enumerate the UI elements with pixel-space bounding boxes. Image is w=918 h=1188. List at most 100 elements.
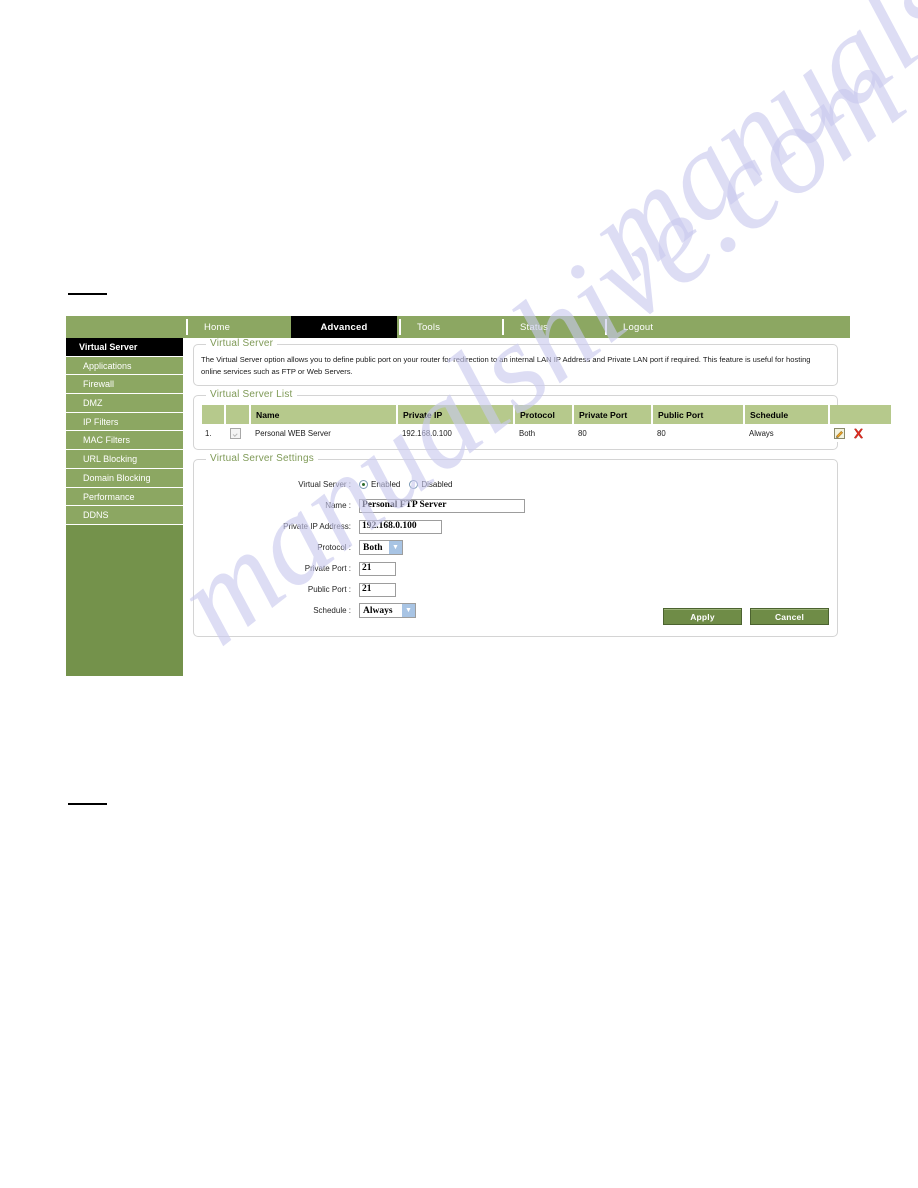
th-schedule: Schedule — [744, 405, 830, 424]
main-content: Virtual Server The Virtual Server option… — [193, 338, 891, 646]
form-action-buttons: Apply Cancel — [663, 608, 829, 625]
th-index — [202, 405, 226, 424]
row-enable-cell[interactable] — [225, 424, 250, 442]
sidebar-item-domain-blocking[interactable]: Domain Blocking — [66, 468, 183, 488]
name-input[interactable]: Personal FTP Server — [359, 498, 525, 513]
public-port-label: Public Port : — [307, 585, 351, 594]
virtual-server-label: Virtual Server : — [298, 480, 351, 489]
schedule-select-value: Always — [363, 605, 393, 616]
th-name: Name — [250, 405, 398, 424]
page-rule-bottom — [68, 803, 107, 805]
public-port-input[interactable]: 21 — [359, 582, 396, 597]
top-navigation-bar: Home Advanced Tools Status Logout — [66, 316, 850, 338]
private-port-label: Private Port : — [304, 564, 351, 573]
edit-icon[interactable] — [834, 428, 845, 439]
row-protocol: Both — [514, 424, 573, 442]
tab-home[interactable]: Home — [184, 316, 291, 338]
field-row-virtual-server: Virtual Server : Enabled Disabled — [202, 474, 830, 495]
sidebar-item-applications[interactable]: Applications — [66, 356, 183, 376]
delete-icon[interactable] — [853, 428, 864, 439]
sidebar-item-ip-filters[interactable]: IP Filters — [66, 412, 183, 432]
sidebar-item-label: Performance — [83, 491, 135, 502]
schedule-label: Schedule : — [313, 606, 351, 615]
row-private-ip: 192.168.0.100 — [397, 424, 514, 442]
chevron-down-icon[interactable]: ▼ — [389, 541, 402, 554]
th-enable — [225, 405, 251, 424]
radio-enabled-label: Enabled — [371, 480, 401, 489]
table-row: 1. Personal WEB Server 192.168.0.100 Bot… — [202, 424, 891, 442]
field-row-public-port: Public Port : 21 — [202, 579, 830, 600]
th-actions — [829, 405, 891, 424]
row-private-port: 80 — [573, 424, 652, 442]
th-protocol: Protocol — [514, 405, 574, 424]
field-row-name: Name : Personal FTP Server — [202, 495, 830, 516]
row-schedule: Always — [744, 424, 829, 442]
radio-enabled[interactable] — [359, 480, 368, 489]
chevron-down-icon[interactable]: ▼ — [402, 604, 415, 617]
nav-logo-spacer — [66, 316, 184, 338]
tab-status-label: Status — [520, 321, 549, 333]
radio-enabled-wrap[interactable]: Enabled — [359, 480, 409, 489]
virtual-server-radio-group: Enabled Disabled — [359, 480, 462, 489]
row-actions — [829, 424, 891, 442]
sidebar-item-firewall[interactable]: Firewall — [66, 375, 183, 395]
page-rule-top — [68, 293, 107, 295]
watermark-text-2: manualshive.com — [560, 0, 918, 308]
sidebar-item-virtual-server[interactable]: Virtual Server — [66, 338, 183, 357]
sidebar-item-performance[interactable]: Performance — [66, 487, 183, 507]
tab-tools-label: Tools — [417, 321, 441, 333]
protocol-select-value: Both — [363, 542, 383, 553]
tab-advanced-label: Advanced — [320, 321, 368, 333]
sidebar-item-label: MAC Filters — [83, 435, 130, 446]
virtual-server-list-panel: Virtual Server List Name Private IP Prot… — [193, 389, 891, 450]
description-panel-text: The Virtual Server option allows you to … — [201, 355, 811, 376]
cancel-button[interactable]: Cancel — [750, 608, 829, 625]
tab-tools[interactable]: Tools — [397, 316, 500, 338]
radio-disabled-wrap[interactable]: Disabled — [409, 480, 461, 489]
tab-status[interactable]: Status — [500, 316, 603, 338]
virtual-server-list-table: Name Private IP Protocol Private Port Pu… — [202, 405, 891, 442]
tab-logout-label: Logout — [623, 321, 654, 333]
th-public-port: Public Port — [652, 405, 745, 424]
name-label: Name : — [325, 501, 351, 510]
sidebar-navigation: Virtual Server Applications Firewall DMZ… — [66, 338, 183, 676]
apply-button[interactable]: Apply — [663, 608, 742, 625]
field-row-private-port: Private Port : 21 — [202, 558, 830, 579]
field-row-private-ip: Private IP Address: 192.168.0.100 — [202, 516, 830, 537]
sidebar-item-label: URL Blocking — [83, 454, 138, 465]
sidebar-item-label: Firewall — [83, 379, 115, 390]
sidebar-item-label: DDNS — [83, 510, 109, 521]
list-panel-title: Virtual Server List — [206, 389, 297, 400]
tab-home-label: Home — [204, 321, 231, 333]
row-enable-checkbox[interactable] — [230, 428, 241, 439]
radio-disabled-label: Disabled — [421, 480, 453, 489]
table-header-row: Name Private IP Protocol Private Port Pu… — [202, 405, 891, 424]
sidebar-item-mac-filters[interactable]: MAC Filters — [66, 431, 183, 451]
radio-disabled[interactable] — [409, 480, 419, 489]
settings-form: Virtual Server : Enabled Disabled Name:… — [202, 474, 830, 621]
schedule-select[interactable]: Always ▼ — [359, 603, 416, 618]
th-private-port: Private Port — [573, 405, 653, 424]
sidebar-item-label: Virtual Server — [79, 342, 138, 352]
row-index: 1. — [202, 424, 225, 442]
sidebar-item-label: DMZ — [83, 398, 103, 409]
row-name: Personal WEB Server — [250, 424, 397, 442]
tab-logout[interactable]: Logout — [603, 316, 723, 338]
private-ip-label: Private IP Address: — [283, 522, 351, 531]
sidebar-item-label: Domain Blocking — [83, 472, 151, 483]
tab-advanced[interactable]: Advanced — [291, 316, 397, 338]
private-ip-input[interactable]: 192.168.0.100 — [359, 519, 442, 534]
virtual-server-description-panel: Virtual Server The Virtual Server option… — [193, 338, 838, 386]
sidebar-item-label: IP Filters — [83, 416, 119, 427]
sidebar-item-url-blocking[interactable]: URL Blocking — [66, 450, 183, 469]
field-row-protocol: Protocol : Both ▼ — [202, 537, 830, 558]
private-port-input[interactable]: 21 — [359, 561, 396, 576]
sidebar-item-dmz[interactable]: DMZ — [66, 394, 183, 413]
settings-panel-title: Virtual Server Settings — [206, 453, 318, 464]
row-public-port: 80 — [652, 424, 744, 442]
protocol-label: Protocol : — [317, 543, 351, 552]
protocol-select[interactable]: Both ▼ — [359, 540, 403, 555]
sidebar-item-ddns[interactable]: DDNS — [66, 506, 183, 525]
description-panel-title: Virtual Server — [206, 338, 278, 349]
router-admin-ui: Home Advanced Tools Status Logout Virtua… — [66, 316, 891, 676]
